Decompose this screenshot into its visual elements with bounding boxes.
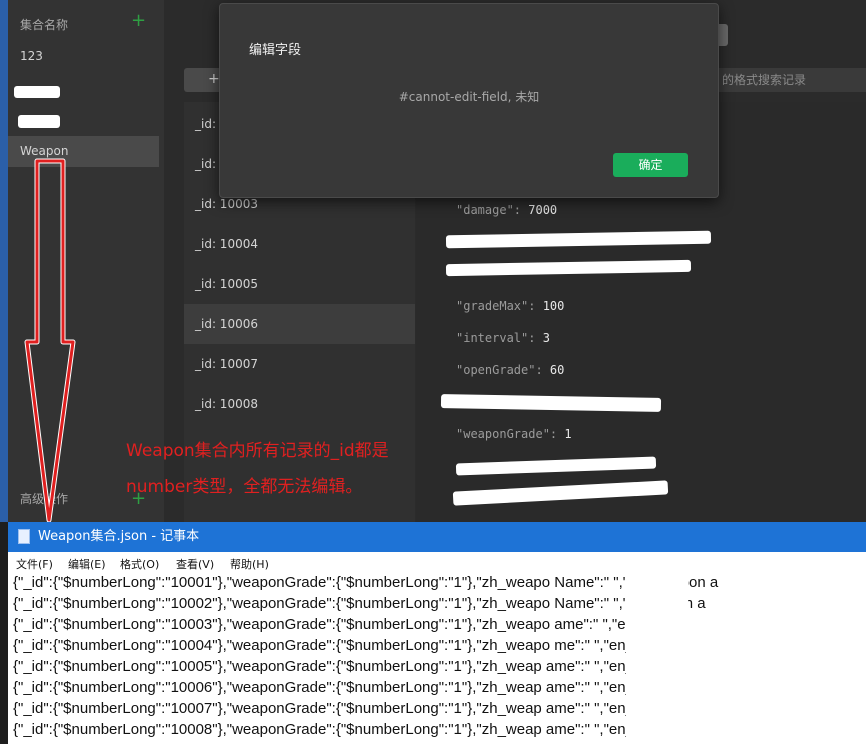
- notepad-menubar: 文件(F) 编辑(E) 格式(O) 查看(V) 帮助(H): [8, 552, 866, 572]
- menu-file[interactable]: 文件(F): [16, 556, 53, 572]
- notepad-line: {"_id":{"$numberLong":"10003"},"weaponGr…: [13, 616, 681, 633]
- notepad-line: {"_id":{"$numberLong":"10001"},"weaponGr…: [13, 574, 719, 591]
- notepad-line: {"_id":{"$numberLong":"10002"},"weaponGr…: [13, 595, 706, 612]
- annotation-line-2: number类型，全都无法编辑。: [126, 477, 363, 497]
- notepad-line: {"_id":{"$numberLong":"10008"},"weaponGr…: [13, 721, 666, 738]
- dialog-message: #cannot-edit-field, 未知: [398, 90, 540, 104]
- notepad-icon: [18, 529, 30, 544]
- menu-view[interactable]: 查看(V): [176, 556, 214, 572]
- notepad-line: {"_id":{"$numberLong":"10006"},"weaponGr…: [13, 679, 662, 696]
- edit-field-dialog: 编辑字段 #cannot-edit-field, 未知 确定: [219, 3, 719, 198]
- menu-edit[interactable]: 编辑(E): [68, 556, 106, 572]
- notepad-text-area[interactable]: {"_id":{"$numberLong":"10001"},"weaponGr…: [8, 572, 866, 744]
- menu-help[interactable]: 帮助(H): [230, 556, 269, 572]
- annotation-line-1: Weapon集合内所有记录的_id都是: [126, 441, 389, 461]
- notepad-titlebar: Weapon集合.json - 记事本: [8, 522, 866, 552]
- annotation-text: Weapon集合内所有记录的_id都是 number类型，全都无法编辑。: [126, 433, 446, 505]
- notepad-line: {"_id":{"$numberLong":"10007"},"weaponGr…: [13, 700, 669, 717]
- dialog-title: 编辑字段: [249, 43, 302, 58]
- dialog-ok-button[interactable]: 确定: [613, 153, 688, 177]
- notepad-title: Weapon集合.json - 记事本: [38, 529, 200, 544]
- redaction-band: [626, 572, 688, 744]
- notepad-line: {"_id":{"$numberLong":"10004"},"weaponGr…: [13, 637, 669, 654]
- menu-format[interactable]: 格式(O): [120, 556, 159, 572]
- redaction-band: [803, 572, 838, 744]
- notepad-line: {"_id":{"$numberLong":"10005"},"weaponGr…: [13, 658, 678, 675]
- redaction-band: [746, 572, 798, 744]
